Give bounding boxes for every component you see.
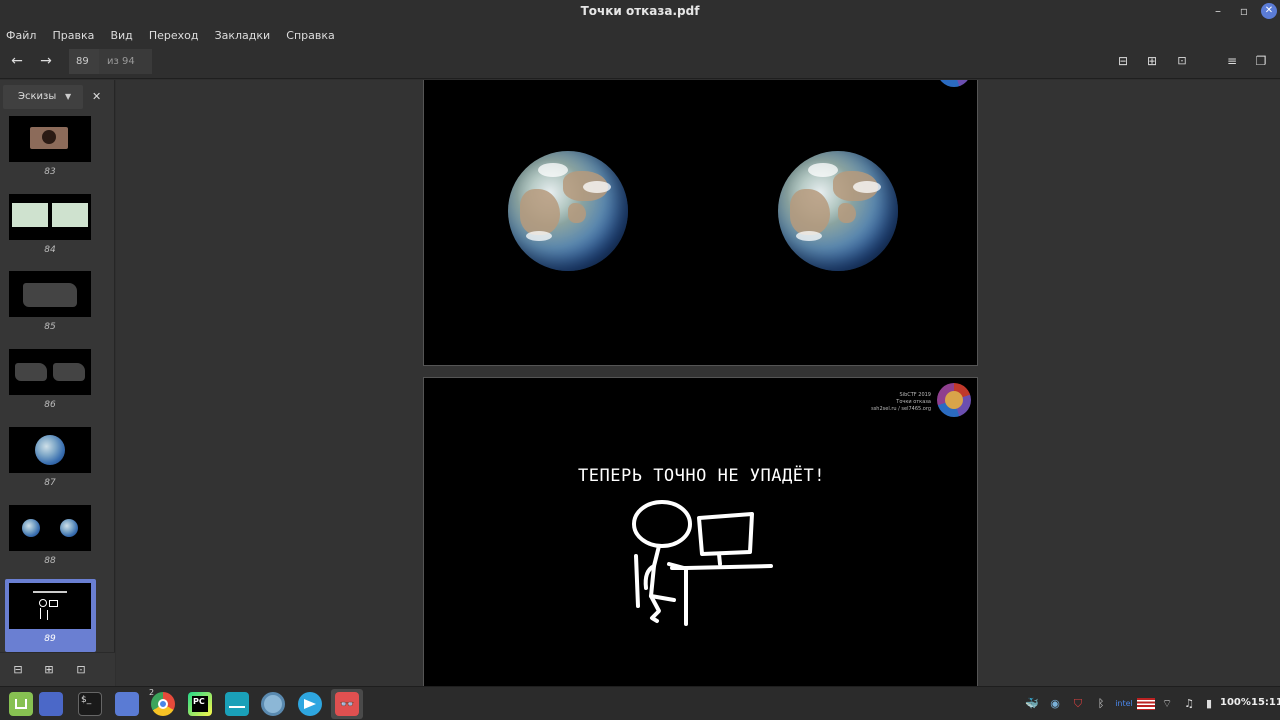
keyboard-layout-flag-icon[interactable] bbox=[1137, 698, 1155, 710]
event-logo bbox=[937, 80, 971, 87]
browser-window-count: 2 bbox=[149, 688, 155, 697]
page-total-label: из 94 bbox=[99, 49, 152, 74]
clock[interactable]: 15:11 bbox=[1251, 697, 1280, 708]
browser-icon[interactable] bbox=[261, 692, 285, 716]
terminal-icon[interactable]: $_ bbox=[78, 692, 102, 716]
battery-percentage: 100% bbox=[1220, 697, 1251, 708]
window-title: Точки отказа.pdf bbox=[580, 4, 700, 18]
fit-page-icon[interactable]: ⊡ bbox=[1171, 50, 1193, 72]
thumbnail-84[interactable] bbox=[9, 194, 91, 240]
earth-globe-image bbox=[508, 151, 628, 271]
active-window-button[interactable]: 👓 bbox=[331, 689, 363, 719]
header-line: ssh2sel.ru / sel7465.org bbox=[871, 406, 931, 412]
stick-figure-at-computer-drawing bbox=[632, 500, 773, 626]
thumbnail-label: 89 bbox=[44, 634, 56, 644]
thumbnails-sidebar: Эскизы ▼ ✕ 83 84 85 86 87 88 89 ⊟ ⊞ ⊡ bbox=[0, 80, 115, 686]
slide-header: SibCTF 2019 Точки отказа ssh2sel.ru / se… bbox=[871, 392, 931, 413]
menu-bookmarks[interactable]: Закладки bbox=[210, 27, 276, 44]
header-line: SibCTF 2019 bbox=[899, 392, 931, 398]
thumbnail-87[interactable] bbox=[9, 427, 91, 473]
battery-icon[interactable]: ▮ bbox=[1201, 696, 1217, 712]
menu-edit[interactable]: Правка bbox=[47, 27, 99, 44]
header-line: Точки отказа bbox=[896, 399, 931, 405]
chrome-icon[interactable] bbox=[151, 692, 175, 716]
show-desktop-icon[interactable] bbox=[39, 692, 63, 716]
intel-icon[interactable]: intel bbox=[1114, 696, 1134, 712]
title-bar: Точки отказа.pdf – ▫ ✕ bbox=[0, 0, 1280, 24]
menu-file[interactable]: Файл bbox=[1, 27, 41, 44]
thumbnail-85[interactable] bbox=[9, 271, 91, 317]
pdf-page-89: SibCTF 2019 Точки отказа ssh2sel.ru / se… bbox=[423, 377, 978, 686]
menu-go[interactable]: Переход bbox=[144, 27, 204, 44]
thumbnail-86[interactable] bbox=[9, 349, 91, 395]
menu-bar: Файл Правка Вид Переход Закладки Справка bbox=[0, 24, 1280, 44]
thumbnail-label: 83 bbox=[44, 167, 56, 177]
earth-globe-image bbox=[778, 151, 898, 271]
wifi-icon[interactable]: ⌔ bbox=[1159, 696, 1175, 712]
document-viewer-icon: 👓 bbox=[335, 692, 359, 716]
document-view[interactable]: SibCTF 2019 Точки отказа ssh2sel.ru / se… bbox=[116, 80, 1280, 686]
continuous-mode-icon[interactable]: ≡ bbox=[1221, 50, 1243, 72]
docker-icon[interactable]: 🐳 bbox=[1024, 696, 1040, 712]
system-monitor-icon[interactable] bbox=[225, 692, 249, 716]
pycharm-icon[interactable]: PC bbox=[188, 692, 212, 716]
menu-help[interactable]: Справка bbox=[281, 27, 339, 44]
thumbnail-label: 84 bbox=[44, 245, 56, 255]
thumbnail-label: 88 bbox=[44, 556, 56, 566]
music-icon[interactable]: ♫ bbox=[1181, 696, 1197, 712]
menu-view[interactable]: Вид bbox=[105, 27, 137, 44]
toolbar: ← → из 94 ⊟ ⊞ ⊡ ≡ ❐ bbox=[0, 44, 1280, 79]
dual-page-icon[interactable]: ❐ bbox=[1250, 50, 1272, 72]
minimize-icon[interactable]: – bbox=[1210, 3, 1226, 19]
sidebar-close-icon[interactable]: ✕ bbox=[92, 85, 101, 109]
event-logo bbox=[937, 383, 971, 417]
zoom-out-icon[interactable]: ⊟ bbox=[1112, 50, 1134, 72]
files-icon[interactable] bbox=[115, 692, 139, 716]
thumbnail-label: 86 bbox=[44, 400, 56, 410]
thumbnail-88[interactable] bbox=[9, 505, 91, 551]
pdf-page-88 bbox=[423, 80, 978, 366]
bluetooth-icon[interactable]: ᛒ bbox=[1093, 696, 1109, 712]
slide-title: ТЕПЕРЬ ТОЧНО НЕ УПАДЁТ! bbox=[578, 466, 825, 486]
maximize-icon[interactable]: ▫ bbox=[1236, 3, 1252, 19]
thumbnail-83[interactable] bbox=[9, 116, 91, 162]
thumbnail-label: 85 bbox=[44, 322, 56, 332]
bookmark-icon[interactable]: ⊡ bbox=[73, 662, 89, 678]
collapse-all-icon[interactable]: ⊟ bbox=[10, 662, 26, 678]
thumbnail-89[interactable] bbox=[9, 583, 91, 629]
page-number-input[interactable] bbox=[69, 49, 99, 74]
network-manager-icon[interactable]: ◉ bbox=[1047, 696, 1063, 712]
chevron-down-icon[interactable]: ▼ bbox=[65, 85, 71, 109]
thumbnail-list: 83 84 85 86 87 88 89 bbox=[0, 116, 115, 652]
zoom-in-icon[interactable]: ⊞ bbox=[1141, 50, 1163, 72]
shield-icon[interactable]: ⛉ bbox=[1070, 696, 1086, 712]
telegram-icon[interactable] bbox=[298, 692, 322, 716]
forward-arrow-icon[interactable]: → bbox=[35, 50, 57, 72]
expand-all-icon[interactable]: ⊞ bbox=[41, 662, 57, 678]
sidebar-footer: ⊟ ⊞ ⊡ bbox=[0, 652, 115, 686]
thumbnail-label: 87 bbox=[44, 478, 56, 488]
taskbar: $_ 2 PC 👓 🐳 ◉ ⛉ ᛒ intel ⌔ ♫ ▮ 100% 15:11 bbox=[0, 686, 1280, 720]
back-arrow-icon[interactable]: ← bbox=[6, 50, 28, 72]
mint-menu-icon[interactable] bbox=[9, 692, 33, 716]
close-icon[interactable]: ✕ bbox=[1261, 3, 1277, 19]
